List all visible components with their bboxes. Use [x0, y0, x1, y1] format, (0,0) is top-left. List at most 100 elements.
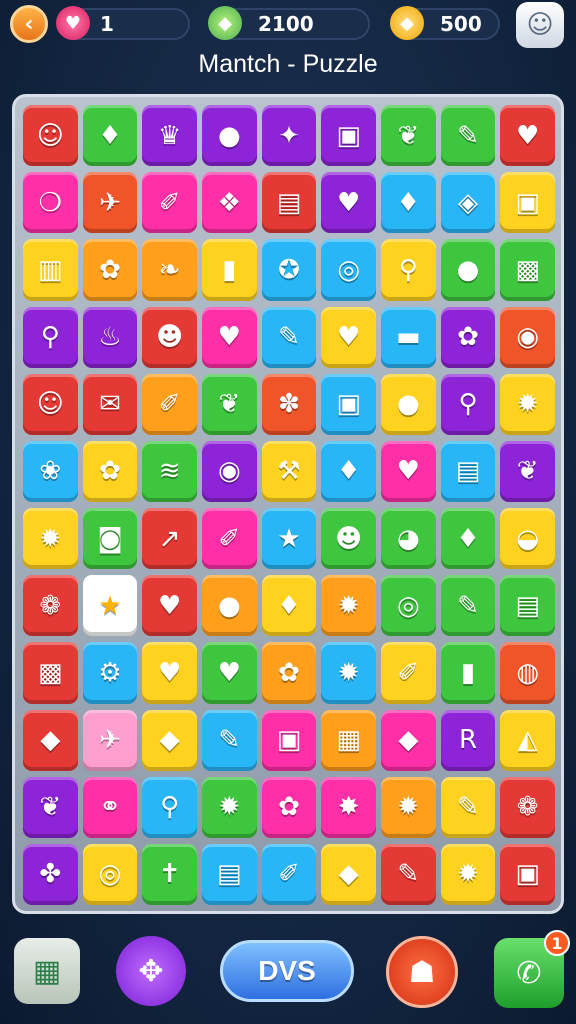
game-tile[interactable]: ✿ — [261, 642, 317, 704]
game-tile[interactable]: ✉ — [82, 373, 138, 435]
game-tile[interactable]: ♥ — [202, 306, 257, 368]
game-tile[interactable]: ❁ — [500, 776, 555, 838]
game-tile[interactable]: ✐ — [142, 172, 197, 234]
game-tile[interactable]: ◭ — [500, 709, 555, 771]
game-tile[interactable]: ◎ — [321, 239, 376, 301]
game-tile[interactable]: ▤ — [500, 575, 555, 637]
game-tile[interactable]: ▩ — [500, 239, 555, 301]
game-tile[interactable]: ✈ — [82, 172, 138, 234]
game-tile[interactable]: ✹ — [321, 642, 376, 704]
game-tile[interactable]: ● — [202, 575, 257, 637]
game-tile[interactable]: ♨ — [82, 306, 138, 368]
game-tile[interactable]: ● — [381, 373, 436, 435]
game-tile[interactable]: ✝ — [142, 843, 197, 905]
game-tile[interactable]: ▤ — [261, 172, 317, 234]
game-tile[interactable]: ☻ — [142, 306, 197, 368]
game-tile[interactable]: ⚒ — [261, 440, 317, 502]
game-tile[interactable]: ✎ — [202, 709, 257, 771]
game-tile[interactable]: ✎ — [381, 843, 436, 905]
game-tile[interactable]: ❦ — [500, 440, 555, 502]
game-tile[interactable]: ✐ — [142, 373, 197, 435]
game-tile[interactable]: ♥ — [381, 440, 436, 502]
game-tile[interactable]: ♥ — [321, 172, 376, 234]
game-tile[interactable]: ◉ — [202, 440, 257, 502]
center-play-button[interactable]: DVS — [220, 940, 354, 1002]
game-tile[interactable]: ✹ — [381, 776, 436, 838]
game-tile[interactable]: ☺ — [23, 105, 78, 167]
game-tile[interactable]: ✹ — [202, 776, 257, 838]
game-tile[interactable]: ♦ — [82, 105, 138, 167]
game-tile[interactable]: ✪ — [261, 239, 317, 301]
game-tile[interactable]: ⚲ — [381, 239, 436, 301]
game-tile[interactable]: ↗ — [142, 508, 197, 570]
game-tile[interactable]: ♥ — [142, 575, 197, 637]
game-tile[interactable]: ✎ — [440, 776, 496, 838]
game-tile[interactable]: ☻ — [321, 508, 376, 570]
game-tile[interactable]: ✹ — [321, 575, 376, 637]
game-tile[interactable]: ♥ — [202, 642, 257, 704]
game-tile[interactable]: ♦ — [261, 575, 317, 637]
game-tile[interactable]: ⚲ — [440, 373, 496, 435]
game-tile[interactable]: ◈ — [440, 172, 496, 234]
game-tile[interactable]: ▮ — [440, 642, 496, 704]
game-tile[interactable]: ▣ — [321, 373, 376, 435]
game-tile[interactable]: ✹ — [500, 373, 555, 435]
game-tile[interactable]: ▣ — [321, 105, 376, 167]
game-tile[interactable]: ◆ — [23, 709, 78, 771]
game-tile[interactable]: ✹ — [23, 508, 78, 570]
game-tile[interactable]: ✤ — [23, 843, 78, 905]
game-tile[interactable]: ▬ — [381, 306, 436, 368]
game-tile[interactable]: ⚙ — [82, 642, 138, 704]
game-tile[interactable]: ▣ — [500, 172, 555, 234]
person-button[interactable]: ☗ — [386, 936, 458, 1008]
game-tile[interactable]: ◆ — [142, 709, 197, 771]
game-tile[interactable]: ◆ — [321, 843, 376, 905]
game-tile[interactable]: ♥ — [500, 105, 555, 167]
game-tile[interactable]: ▩ — [23, 642, 78, 704]
game-tile[interactable]: ▤ — [202, 843, 257, 905]
game-tile[interactable]: ◍ — [500, 642, 555, 704]
game-tile[interactable]: ✐ — [202, 508, 257, 570]
game-tile[interactable]: ◒ — [500, 508, 555, 570]
game-tile[interactable]: ✸ — [321, 776, 376, 838]
game-tile[interactable]: ❁ — [23, 575, 78, 637]
game-tile[interactable]: ♦ — [381, 172, 436, 234]
game-tile[interactable]: ❖ — [202, 172, 257, 234]
game-tile[interactable]: ✿ — [82, 440, 138, 502]
game-tile[interactable]: ❀ — [23, 440, 78, 502]
game-tile[interactable]: ♛ — [142, 105, 197, 167]
game-tile[interactable]: ◆ — [381, 709, 436, 771]
game-tile[interactable]: ✽ — [261, 373, 317, 435]
game-tile[interactable]: ▤ — [440, 440, 496, 502]
game-tile[interactable]: R — [440, 709, 496, 771]
game-tile[interactable]: ⚭ — [82, 776, 138, 838]
game-tile[interactable]: ● — [202, 105, 257, 167]
game-tile[interactable]: ✹ — [440, 843, 496, 905]
game-tile[interactable]: ✿ — [82, 239, 138, 301]
game-tile[interactable]: ☺ — [23, 373, 78, 435]
game-tile[interactable]: ❍ — [23, 172, 78, 234]
game-tile[interactable]: ★ — [82, 575, 138, 637]
game-tile[interactable]: ♦ — [440, 508, 496, 570]
game-tile[interactable]: ❦ — [202, 373, 257, 435]
game-tile[interactable]: ▦ — [321, 709, 376, 771]
game-tile[interactable]: ❦ — [381, 105, 436, 167]
game-tile[interactable]: ✎ — [261, 306, 317, 368]
game-tile[interactable]: ▮ — [202, 239, 257, 301]
game-tile[interactable]: ⚲ — [142, 776, 197, 838]
game-tile[interactable]: ⚲ — [23, 306, 78, 368]
game-tile[interactable]: ✐ — [381, 642, 436, 704]
game-tile[interactable]: ◉ — [500, 306, 555, 368]
game-tile[interactable]: ≋ — [142, 440, 197, 502]
game-tile[interactable]: ❧ — [142, 239, 197, 301]
game-tile[interactable]: ♦ — [321, 440, 376, 502]
game-tile[interactable]: ♥ — [142, 642, 197, 704]
game-tile[interactable]: ★ — [261, 508, 317, 570]
game-tile[interactable]: ▣ — [261, 709, 317, 771]
game-tile[interactable]: ◎ — [381, 575, 436, 637]
map-button[interactable]: ▦ — [14, 938, 80, 1004]
game-tile[interactable]: ▣ — [500, 843, 555, 905]
game-tile[interactable]: ✐ — [261, 843, 317, 905]
game-tile[interactable]: ● — [440, 239, 496, 301]
game-tile[interactable]: ▥ — [23, 239, 78, 301]
